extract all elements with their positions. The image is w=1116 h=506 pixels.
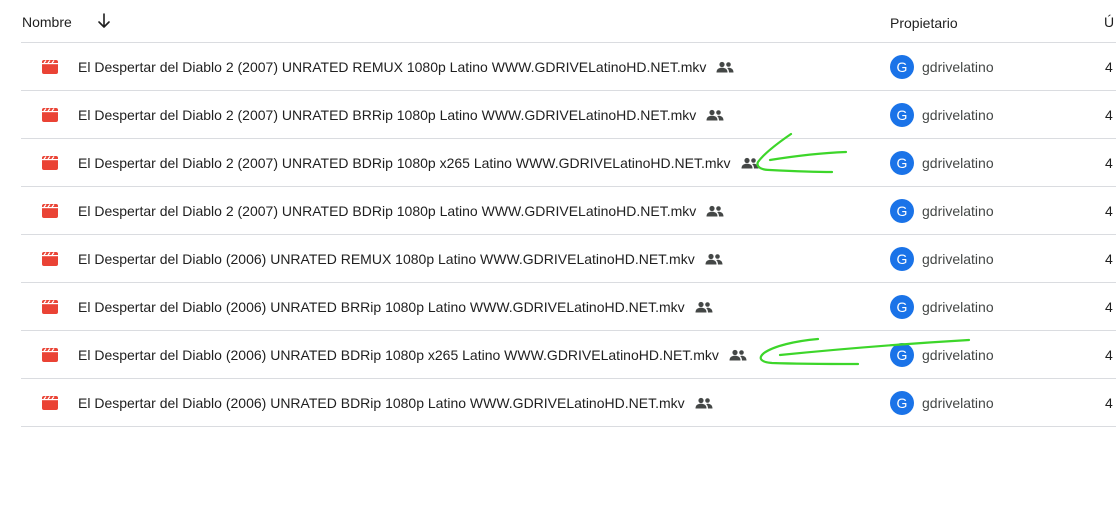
file-list: El Despertar del Diablo 2 (2007) UNRATED… (0, 43, 1116, 427)
last-modified-value: 4 (1105, 107, 1113, 123)
avatar[interactable]: G (890, 103, 914, 127)
column-header-name[interactable]: Nombre (22, 14, 72, 30)
owner-name: gdrivelatino (922, 395, 994, 411)
shared-people-icon (695, 301, 713, 313)
owner-name: gdrivelatino (922, 347, 994, 363)
file-name-text[interactable]: El Despertar del Diablo 2 (2007) UNRATED… (78, 155, 731, 171)
video-file-icon (42, 60, 58, 74)
owner-name: gdrivelatino (922, 155, 994, 171)
file-name-text[interactable]: El Despertar del Diablo 2 (2007) UNRATED… (78, 59, 706, 75)
column-header-last-modified[interactable]: Ú (1104, 14, 1114, 30)
shared-people-icon (706, 205, 724, 217)
file-name[interactable]: El Despertar del Diablo 2 (2007) UNRATED… (78, 107, 724, 123)
avatar[interactable]: G (890, 391, 914, 415)
file-name-text[interactable]: El Despertar del Diablo (2006) UNRATED B… (78, 347, 719, 363)
owner-name: gdrivelatino (922, 59, 994, 75)
video-file-icon (42, 156, 58, 170)
shared-people-icon (706, 109, 724, 121)
file-name[interactable]: El Despertar del Diablo (2006) UNRATED B… (78, 395, 713, 411)
video-file-icon (42, 300, 58, 314)
file-name-text[interactable]: El Despertar del Diablo (2006) UNRATED B… (78, 395, 685, 411)
file-name[interactable]: El Despertar del Diablo (2006) UNRATED B… (78, 347, 747, 363)
last-modified-value: 4 (1105, 299, 1113, 315)
column-header-owner[interactable]: Propietario (890, 15, 958, 31)
last-modified-value: 4 (1105, 251, 1113, 267)
file-row[interactable]: El Despertar del Diablo (2006) UNRATED B… (21, 379, 1116, 427)
avatar[interactable]: G (890, 247, 914, 271)
owner-name: gdrivelatino (922, 299, 994, 315)
file-name-text[interactable]: El Despertar del Diablo 2 (2007) UNRATED… (78, 107, 696, 123)
video-file-icon (42, 204, 58, 218)
file-name[interactable]: El Despertar del Diablo (2006) UNRATED R… (78, 251, 723, 267)
file-row[interactable]: El Despertar del Diablo (2006) UNRATED R… (21, 235, 1116, 283)
avatar[interactable]: G (890, 151, 914, 175)
owner-name: gdrivelatino (922, 251, 994, 267)
video-file-icon (42, 252, 58, 266)
file-name-text[interactable]: El Despertar del Diablo (2006) UNRATED B… (78, 299, 685, 315)
file-row[interactable]: El Despertar del Diablo 2 (2007) UNRATED… (21, 91, 1116, 139)
shared-people-icon (729, 349, 747, 361)
file-name[interactable]: El Despertar del Diablo 2 (2007) UNRATED… (78, 59, 734, 75)
shared-people-icon (741, 157, 759, 169)
avatar[interactable]: G (890, 295, 914, 319)
shared-people-icon (716, 61, 734, 73)
video-file-icon (42, 108, 58, 122)
file-row[interactable]: El Despertar del Diablo (2006) UNRATED B… (21, 283, 1116, 331)
file-name-text[interactable]: El Despertar del Diablo (2006) UNRATED R… (78, 251, 695, 267)
file-name-text[interactable]: El Despertar del Diablo 2 (2007) UNRATED… (78, 203, 696, 219)
last-modified-value: 4 (1105, 395, 1113, 411)
video-file-icon (42, 348, 58, 362)
file-row[interactable]: El Despertar del Diablo 2 (2007) UNRATED… (21, 43, 1116, 91)
avatar[interactable]: G (890, 199, 914, 223)
file-name[interactable]: El Despertar del Diablo 2 (2007) UNRATED… (78, 155, 759, 171)
last-modified-value: 4 (1105, 59, 1113, 75)
file-row[interactable]: El Despertar del Diablo (2006) UNRATED B… (21, 331, 1116, 379)
last-modified-value: 4 (1105, 203, 1113, 219)
avatar[interactable]: G (890, 55, 914, 79)
file-row[interactable]: El Despertar del Diablo 2 (2007) UNRATED… (21, 187, 1116, 235)
shared-people-icon (705, 253, 723, 265)
shared-people-icon (695, 397, 713, 409)
file-name[interactable]: El Despertar del Diablo (2006) UNRATED B… (78, 299, 713, 315)
file-name[interactable]: El Despertar del Diablo 2 (2007) UNRATED… (78, 203, 724, 219)
file-list-header: Nombre Propietario Ú (0, 0, 1116, 43)
video-file-icon (42, 396, 58, 410)
last-modified-value: 4 (1105, 155, 1113, 171)
arrow-down-icon[interactable] (96, 12, 112, 30)
avatar[interactable]: G (890, 343, 914, 367)
owner-name: gdrivelatino (922, 107, 994, 123)
last-modified-value: 4 (1105, 347, 1113, 363)
owner-name: gdrivelatino (922, 203, 994, 219)
file-row[interactable]: El Despertar del Diablo 2 (2007) UNRATED… (21, 139, 1116, 187)
